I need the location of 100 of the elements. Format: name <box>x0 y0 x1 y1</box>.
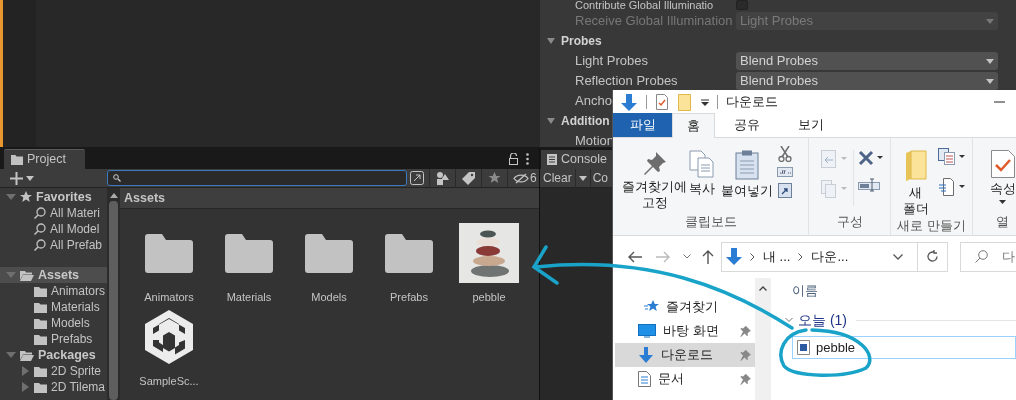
image-file-icon <box>797 340 810 355</box>
copy-path-icon[interactable] <box>776 167 793 177</box>
tree-item[interactable]: 2D Tilema <box>0 379 107 395</box>
folder-icon <box>904 150 927 182</box>
tree-item[interactable]: Prefabs <box>0 331 107 347</box>
dropdown[interactable]: Blend Probes <box>736 52 998 70</box>
asset-label[interactable]: pebble <box>472 288 506 305</box>
folder-icon <box>385 233 433 274</box>
ribbon-command[interactable]: 복사 <box>683 138 720 214</box>
ribbon-command[interactable]: 새 폴더 <box>897 138 934 217</box>
copy-icon <box>688 150 715 178</box>
scissors-icon[interactable] <box>777 146 792 162</box>
hidden-packages-toggle[interactable]: 6 <box>508 169 537 187</box>
section-header: Addition <box>561 113 610 130</box>
asset-label[interactable]: Prefabs <box>390 288 428 305</box>
caret-icon <box>999 200 1006 204</box>
asset-label[interactable]: Models <box>311 288 347 305</box>
file-menu-tab[interactable]: 파일 <box>613 113 672 137</box>
ribbon-tab[interactable]: 공유 <box>720 113 774 137</box>
chevron-right-icon[interactable] <box>750 252 755 261</box>
open-in-window-icon[interactable] <box>409 170 425 186</box>
project-tab[interactable]: Project <box>4 149 85 169</box>
ribbon-command[interactable]: 즐겨찾기에 고정 <box>625 138 684 214</box>
nav-item[interactable]: 문서 <box>615 367 755 391</box>
foldout-triangle-icon[interactable] <box>546 116 556 126</box>
lock-icon[interactable] <box>509 153 518 165</box>
expanded-arrow-icon[interactable] <box>6 350 16 360</box>
tree-item[interactable]: Animators <box>0 283 107 299</box>
folder-icon <box>11 154 23 165</box>
foldout-triangle-icon[interactable] <box>546 36 556 46</box>
pin-icon[interactable] <box>740 349 751 361</box>
nav-item[interactable]: 바탕 화면 <box>615 319 755 343</box>
refresh-icon[interactable] <box>926 250 939 263</box>
star-icon[interactable] <box>488 172 501 184</box>
address-bar[interactable]: 내 ... 다운... <box>721 241 948 272</box>
star-icon <box>20 191 32 203</box>
scrollbar-thumb[interactable] <box>109 201 118 400</box>
dropdown[interactable]: Blend Probes <box>736 72 998 90</box>
column-header[interactable]: 이름 <box>792 281 818 301</box>
search-field[interactable]: 다 <box>960 241 1016 272</box>
rename-icon[interactable] <box>858 178 880 192</box>
filter-by-type-icon[interactable] <box>436 171 449 185</box>
tree-item[interactable]: Packages <box>0 347 107 363</box>
chevron-down-icon[interactable] <box>893 253 903 260</box>
asset-label[interactable]: SampleSc... <box>139 372 199 389</box>
asset-label[interactable]: Animators <box>144 288 194 305</box>
ribbon-command[interactable]: 붙여넣기 <box>719 138 774 214</box>
scroll-up-arrow-icon[interactable] <box>109 193 118 198</box>
nav-item[interactable]: 즐겨찾기 <box>615 295 755 319</box>
folder-icon <box>34 381 47 393</box>
easy-access-icon[interactable] <box>937 178 966 196</box>
scrollbar[interactable] <box>755 278 771 400</box>
caret-icon <box>26 175 34 181</box>
properties-icon[interactable] <box>656 94 668 110</box>
ribbon-tab[interactable]: 홈 <box>672 113 715 138</box>
recent-locations-chevron-icon[interactable] <box>683 254 691 259</box>
tree-item[interactable]: All Model <box>0 221 107 237</box>
chevron-right-icon[interactable] <box>798 252 804 261</box>
up-arrow-icon[interactable] <box>702 249 714 264</box>
collapsed-arrow-icon[interactable] <box>20 366 30 376</box>
breadcrumb[interactable]: Assets <box>124 188 165 208</box>
expanded-chevron-icon[interactable] <box>785 316 793 324</box>
ribbon-tab[interactable]: 보기 <box>784 113 838 137</box>
expanded-arrow-icon[interactable] <box>6 192 16 202</box>
console-tab[interactable]: Console <box>541 150 615 169</box>
search-icon <box>34 207 46 219</box>
tree-item[interactable]: All Materi <box>0 205 107 221</box>
group-header[interactable]: 오늘 (1) <box>798 309 847 331</box>
more-options-icon[interactable] <box>526 153 529 165</box>
pin-icon[interactable] <box>740 373 751 385</box>
new-item-icon[interactable] <box>937 148 966 166</box>
folder-icon <box>20 269 34 281</box>
search-field[interactable] <box>107 170 407 186</box>
file-row[interactable]: pebble <box>792 336 1016 359</box>
collapsed-arrow-icon[interactable] <box>20 382 30 392</box>
nav-item[interactable]: 다운로드 <box>615 343 755 367</box>
customize-dropdown-icon[interactable] <box>701 98 709 106</box>
tree-item[interactable]: Models <box>0 315 107 331</box>
asset-label[interactable]: Materials <box>226 288 272 305</box>
tree-item[interactable]: Favorites <box>0 189 107 205</box>
back-arrow-icon[interactable] <box>628 250 642 263</box>
tag-icon[interactable] <box>462 171 475 185</box>
caret-icon <box>578 175 587 181</box>
collapse-button[interactable]: Co <box>590 169 609 187</box>
clear-button[interactable]: Clear <box>540 169 575 187</box>
scrollbar[interactable] <box>107 188 120 400</box>
tree-item[interactable]: Assets <box>0 267 107 283</box>
search-icon <box>34 239 46 251</box>
folder-icon <box>34 365 47 377</box>
tree-item[interactable]: Materials <box>0 299 107 315</box>
download-arrow-icon[interactable] <box>621 93 637 111</box>
paste-shortcut-icon[interactable] <box>777 182 792 198</box>
delete-icon[interactable] <box>858 150 884 166</box>
ribbon-command[interactable]: 속성 <box>982 138 1016 214</box>
tree-item[interactable]: All Prefab <box>0 237 107 253</box>
pin-icon[interactable] <box>740 325 751 337</box>
tree-item[interactable]: 2D Sprite <box>0 363 107 379</box>
search-icon <box>113 174 121 182</box>
breadcrumb-segment[interactable]: 다운... <box>811 246 849 267</box>
breadcrumb-segment[interactable]: 내 ... <box>763 246 791 267</box>
